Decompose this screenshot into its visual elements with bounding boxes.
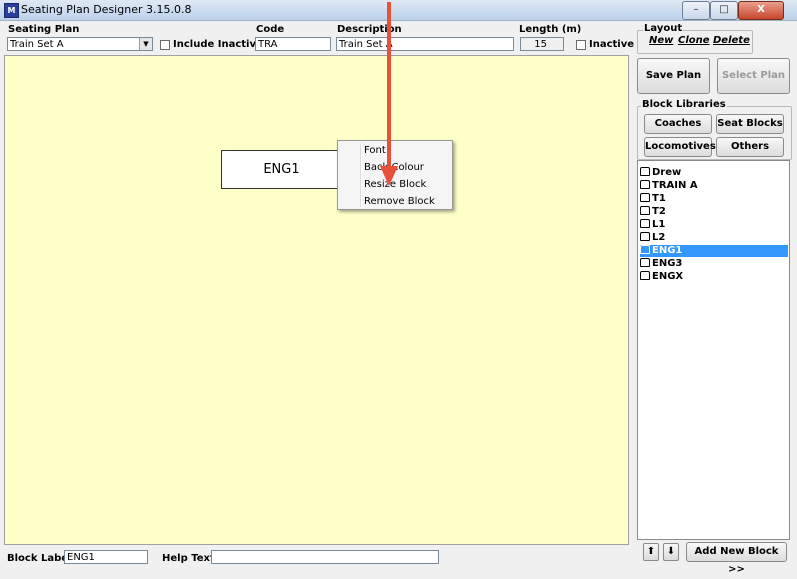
tree-item[interactable]: T1 [640,193,788,205]
move-down-button[interactable]: ⬇ [663,543,679,561]
help-text-label: Help Text [162,553,215,564]
menu-item-remove-block[interactable]: Remove Block [364,196,435,207]
app-logo-icon: M [4,3,19,18]
help-text-input[interactable] [211,550,439,564]
inactive-label: Inactive [589,39,635,50]
length-input[interactable]: 15 [520,37,564,51]
design-canvas[interactable] [4,55,629,545]
move-up-button[interactable]: ⬆ [643,543,659,561]
close-button[interactable]: X [738,1,784,20]
length-label: Length (m) [519,24,582,35]
bus-icon [640,219,650,228]
minimize-button[interactable]: – [682,1,710,20]
others-button[interactable]: Others [716,137,784,157]
add-new-block-button[interactable]: Add New Block >> [686,542,787,575]
inactive-checkbox[interactable] [576,40,586,50]
bus-icon [640,206,650,215]
code-input[interactable]: TRA [255,37,331,51]
bus-icon [640,271,650,280]
window-title: Seating Plan Designer 3.15.0.8 [21,3,192,16]
canvas-block[interactable]: ENG1 [221,150,342,189]
tree-item[interactable]: T2 [640,206,788,218]
tree-item[interactable]: L1 [640,219,788,231]
tree-item[interactable]: L2 [640,232,788,244]
annotation-arrow [380,2,398,186]
tree-item[interactable]: TRAIN A [640,180,788,192]
bus-icon [640,180,650,189]
clone-layout-link[interactable]: Clone [678,35,710,46]
select-plan-button[interactable]: Select Plan [717,58,790,94]
include-inactive-checkbox[interactable] [160,40,170,50]
layout-group-title: Layout [643,23,684,34]
delete-layout-link[interactable]: Delete [713,35,750,46]
menu-separator [360,143,362,207]
tree-item[interactable]: ENG3 [640,258,788,270]
chevron-down-icon[interactable]: ▼ [139,38,152,50]
block-label-label: Block Label [7,553,72,564]
arrow-head [380,166,398,186]
block-library-tree[interactable]: Drew TRAIN A T1 T2 L1 L2 ENG1 ENG3 ENGX [637,160,790,540]
bus-icon [640,258,650,267]
seating-plan-label: Seating Plan [8,24,80,35]
tree-item[interactable]: ENGX [640,271,788,283]
seat-blocks-button[interactable]: Seat Blocks [716,114,784,134]
coaches-button[interactable]: Coaches [644,114,712,134]
include-inactive-label: Include Inactive [173,39,263,50]
code-label: Code [256,24,285,35]
bus-icon [640,232,650,241]
locomotives-button[interactable]: Locomotives [644,137,716,157]
tree-item-selected[interactable]: ENG1 [640,245,788,257]
bus-icon [640,167,650,176]
tree-item[interactable]: Drew [640,167,788,179]
maximize-button[interactable]: □ [710,1,738,20]
seating-plan-dropdown[interactable]: Train Set A ▼ [7,37,153,51]
block-libraries-title: Block Libraries [641,99,727,110]
bus-icon [640,193,650,202]
bus-icon [640,245,650,254]
description-input[interactable]: Train Set A [336,37,514,51]
save-plan-button[interactable]: Save Plan [637,58,710,94]
seating-plan-value: Train Set A [10,39,64,50]
new-layout-link[interactable]: New [649,35,673,46]
block-label-input[interactable]: ENG1 [64,550,148,564]
